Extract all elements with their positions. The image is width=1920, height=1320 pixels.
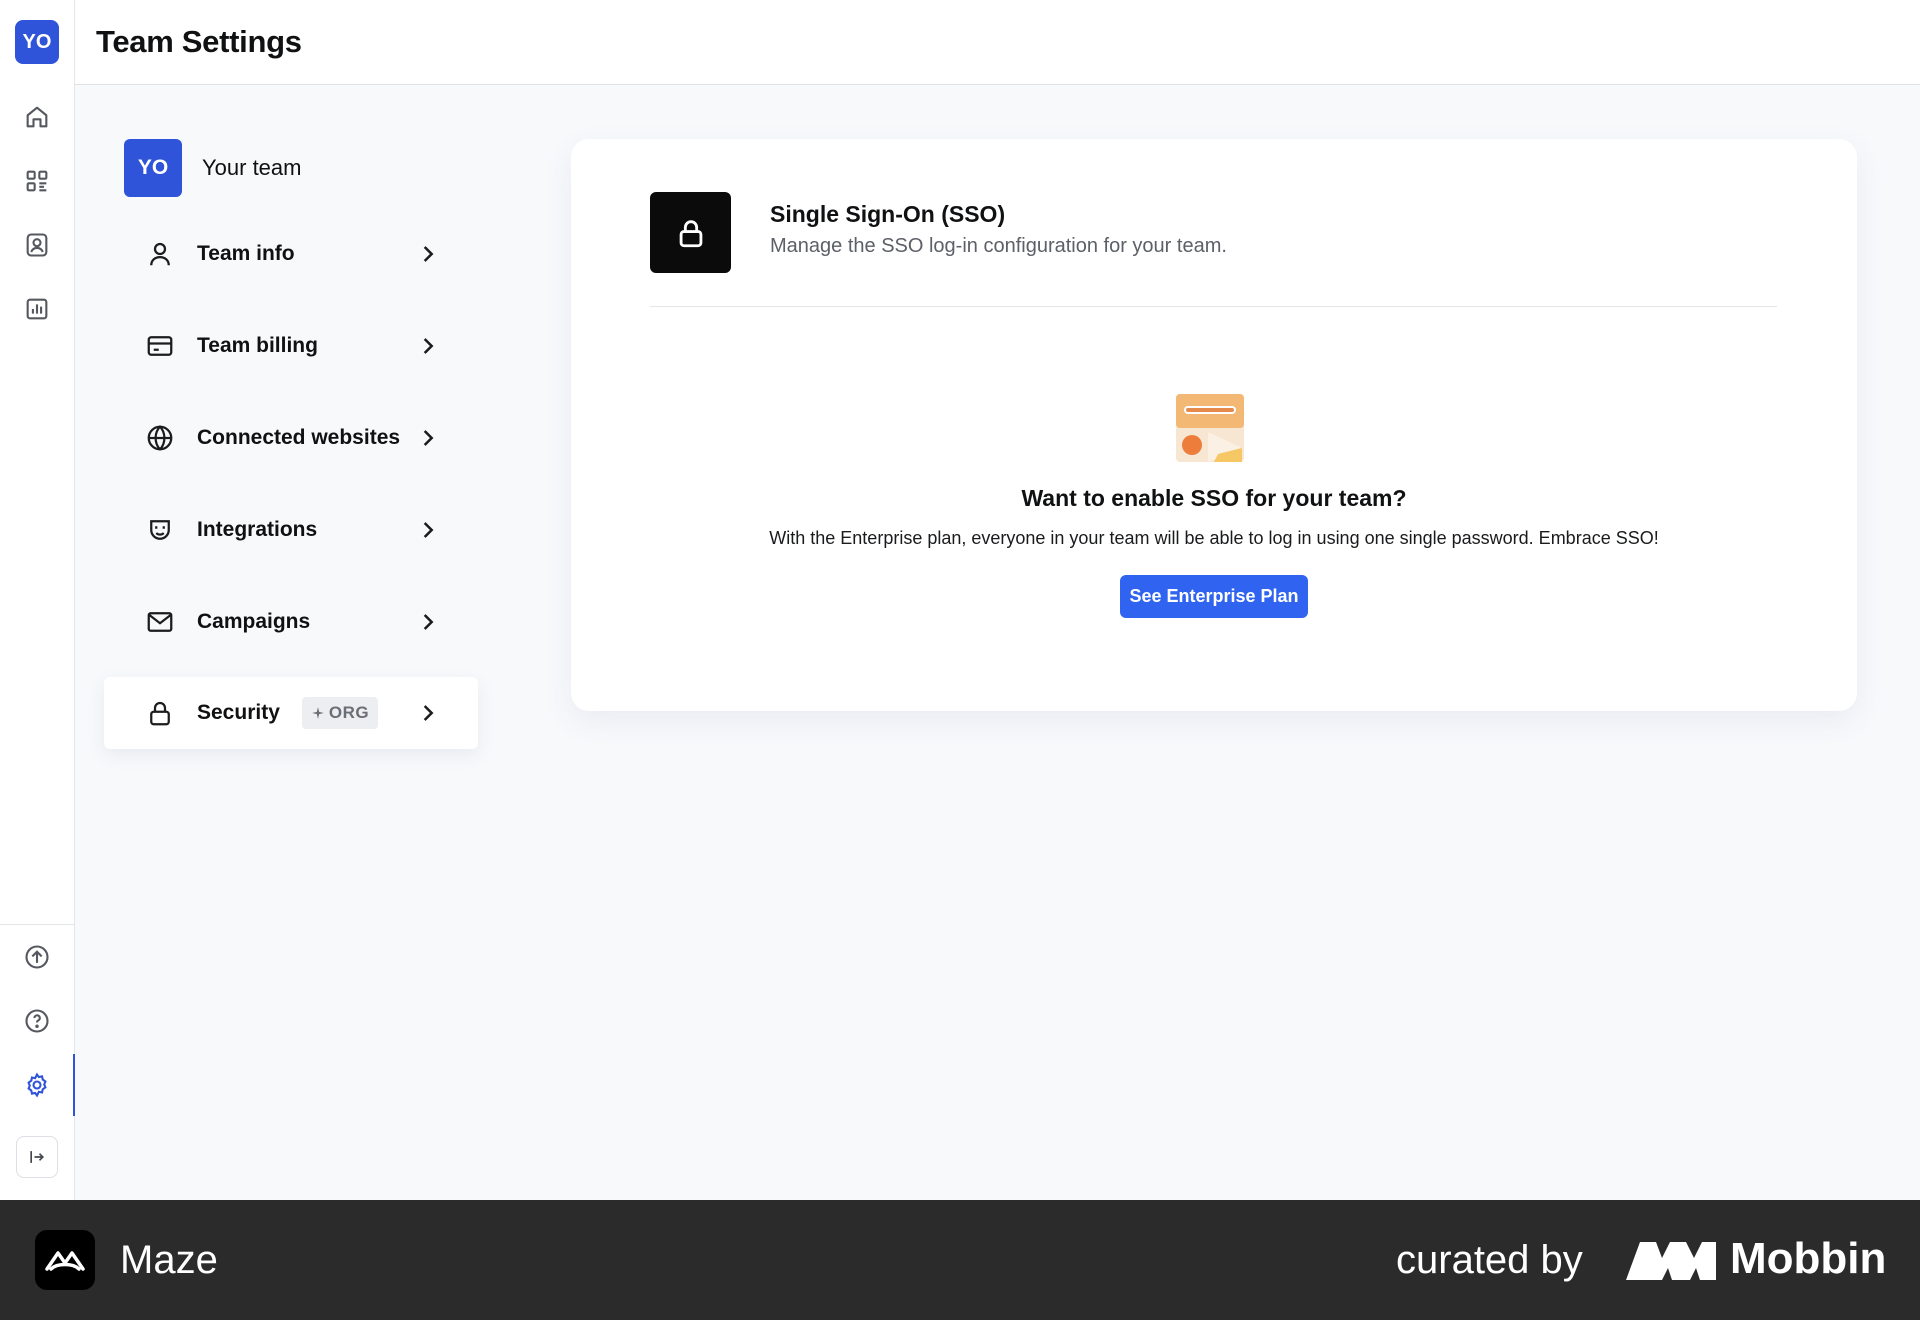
chevron-right-icon	[423, 522, 434, 538]
sso-subtitle: Manage the SSO log-in configuration for …	[770, 235, 1227, 257]
page-title: Team Settings	[96, 24, 302, 59]
rail-divider	[0, 924, 75, 925]
nav-item-team-info[interactable]: Team info	[104, 218, 478, 290]
team-header: YO Your team	[124, 139, 301, 197]
lock-icon	[650, 192, 731, 273]
app-name: Maze	[120, 1238, 218, 1282]
credit-card-icon	[144, 330, 176, 362]
sso-illustration-icon	[1176, 394, 1244, 462]
chevron-right-icon	[423, 705, 434, 721]
help-icon[interactable]	[19, 1003, 55, 1039]
collapse-icon[interactable]	[16, 1136, 58, 1178]
active-indicator	[73, 1054, 75, 1116]
team-name: Your team	[202, 155, 302, 180]
upgrade-icon[interactable]	[19, 939, 55, 975]
org-badge: ORG	[301, 697, 379, 729]
team-avatar: YO	[124, 139, 182, 197]
chevron-right-icon	[423, 246, 434, 262]
curated-by-label: curated by	[1396, 1238, 1583, 1282]
card-divider	[650, 306, 1777, 307]
workspace-avatar[interactable]: YO	[15, 20, 59, 64]
contacts-icon[interactable]	[19, 227, 55, 263]
footer-bar: Maze curated by Mobbin	[0, 1200, 1920, 1320]
left-rail: YO	[0, 0, 75, 1200]
mobbin-logo-icon	[1626, 1242, 1716, 1280]
nav-item-security[interactable]: Security ORG	[104, 677, 478, 749]
badge-label: ORG	[328, 703, 370, 722]
nav-item-integrations[interactable]: Integrations	[104, 494, 478, 566]
chevron-right-icon	[423, 614, 434, 630]
page-header: Team Settings	[75, 0, 1920, 85]
globe-icon	[144, 422, 176, 454]
nav-label: Security	[197, 701, 280, 724]
lock-icon	[144, 697, 176, 729]
dashboard-icon[interactable]	[19, 163, 55, 199]
nav-label: Connected websites	[197, 426, 401, 449]
nav-label: Team billing	[197, 334, 318, 357]
cta-title: Want to enable SSO for your team?	[1021, 485, 1407, 511]
cta-text: With the Enterprise plan, everyone in yo…	[769, 528, 1659, 548]
plug-icon	[144, 514, 176, 546]
nav-item-team-billing[interactable]: Team billing	[104, 310, 478, 382]
chevron-right-icon	[423, 430, 434, 446]
analytics-icon[interactable]	[19, 291, 55, 327]
settings-icon[interactable]	[19, 1067, 55, 1103]
sso-card: Single Sign-On (SSO) Manage the SSO log-…	[571, 139, 1857, 711]
maze-logo-icon	[35, 1230, 95, 1290]
see-enterprise-plan-button[interactable]: See Enterprise Plan	[1120, 575, 1308, 618]
chevron-right-icon	[423, 338, 434, 354]
nav-label: Campaigns	[197, 610, 311, 633]
nav-item-campaigns[interactable]: Campaigns	[104, 586, 478, 658]
home-icon[interactable]	[19, 99, 55, 135]
nav-label: Integrations	[197, 518, 318, 541]
sparkle-icon	[312, 707, 324, 719]
nav-item-connected-websites[interactable]: Connected websites	[104, 402, 478, 474]
nav-label: Team info	[197, 242, 295, 265]
user-icon	[144, 238, 176, 270]
sso-title: Single Sign-On (SSO)	[770, 201, 1006, 227]
brand-name: Mobbin	[1730, 1234, 1887, 1283]
mail-icon	[144, 606, 176, 638]
